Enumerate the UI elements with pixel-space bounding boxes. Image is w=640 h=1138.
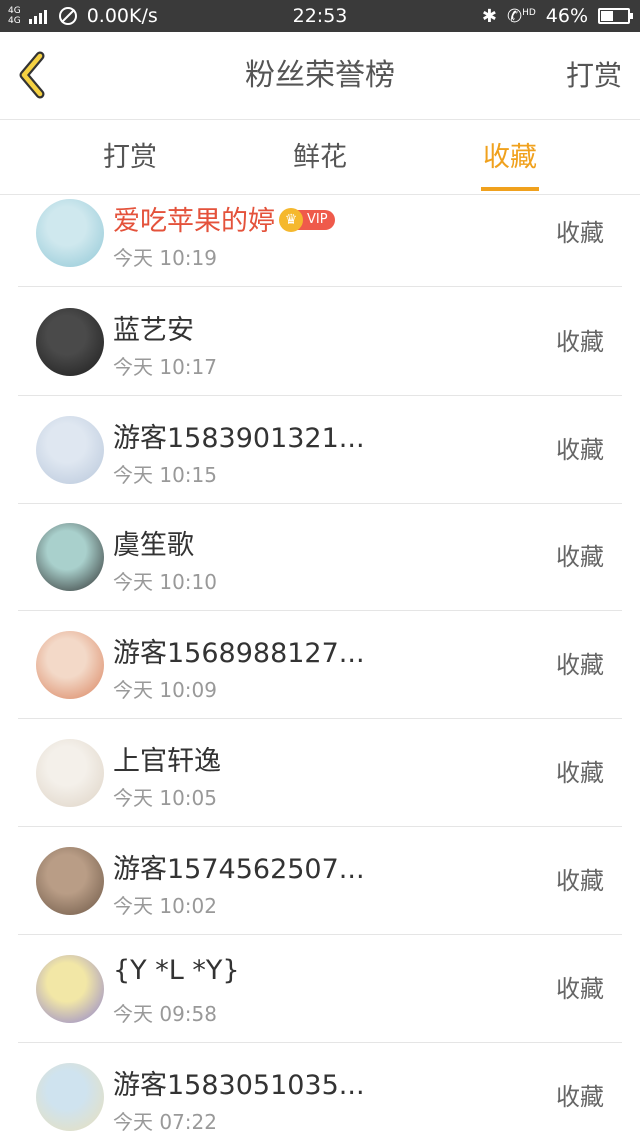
user-name-text: 游客1574562507... — [113, 854, 365, 885]
battery-percent: 46% — [545, 5, 588, 27]
user-name: 游客1568988127... — [113, 631, 365, 670]
avatar[interactable] — [36, 739, 104, 807]
list-item[interactable]: 游客1583051035... 今天 07:22 收藏 — [18, 1043, 622, 1138]
user-name: 虞笙歌 — [113, 523, 194, 562]
navigation-bar: 粉丝荣誉榜 打赏 — [0, 32, 640, 120]
crown-icon: ♛ — [279, 207, 303, 232]
user-name: {Y *L *Y} — [113, 955, 240, 986]
avatar[interactable] — [36, 416, 104, 484]
page-title: 粉丝荣誉榜 — [245, 58, 395, 93]
status-bar: 4G 4G 0.00K/s 22:53 ✱ ✆HD 46% — [0, 0, 640, 32]
user-name: 爱吃苹果的婷 ♛ VIP — [113, 199, 335, 238]
avatar[interactable] — [36, 1063, 104, 1131]
timestamp: 今天 10:19 — [113, 246, 217, 270]
list-item[interactable]: 虞笙歌今天 10:10 收藏 — [18, 503, 622, 611]
avatar[interactable] — [36, 847, 104, 915]
user-name-text: 游客1583051035... — [113, 1070, 365, 1101]
timestamp: 今天 10:05 — [113, 786, 217, 810]
tab-favorites-label: 收藏 — [483, 142, 537, 173]
user-name-text: 蓝艺安 — [113, 315, 194, 346]
favorite-status: 收藏 — [556, 436, 604, 464]
battery-icon — [598, 8, 633, 24]
list-item[interactable]: {Y *L *Y} 今天 09:58 收藏 — [18, 935, 622, 1043]
list-item[interactable]: 游客1568988127... 今天 10:09 收藏 — [18, 611, 622, 719]
user-name-text: 上官轩逸 — [113, 746, 221, 777]
user-name-text: 游客1583901321... — [113, 423, 365, 454]
timestamp: 今天 07:22 — [113, 1110, 217, 1134]
timestamp: 今天 10:09 — [113, 678, 217, 702]
favorite-status: 收藏 — [556, 219, 604, 247]
user-name-text: 游客1568988127... — [113, 638, 365, 669]
tab-reward-label: 打赏 — [103, 142, 157, 173]
user-name: 游客1583051035... — [113, 1063, 365, 1102]
timestamp: 今天 10:15 — [113, 463, 217, 487]
timestamp: 今天 10:17 — [113, 355, 217, 379]
hd-call-icon: ✆HD — [506, 5, 536, 27]
user-name-text: 爱吃苹果的婷 — [113, 206, 275, 237]
user-name-text: 虞笙歌 — [113, 530, 194, 561]
avatar[interactable] — [36, 308, 104, 376]
status-bar-right: ✱ ✆HD 46% — [481, 0, 633, 32]
tab-flowers-label: 鲜花 — [293, 142, 347, 173]
timestamp: 今天 09:58 — [113, 1002, 217, 1026]
avatar[interactable] — [36, 955, 104, 1023]
timestamp: 今天 10:02 — [113, 894, 217, 918]
vip-badge: ♛ VIP — [279, 207, 335, 232]
favorite-status: 收藏 — [556, 759, 604, 787]
timestamp: 今天 10:10 — [113, 570, 217, 594]
user-name: 游客1574562507... — [113, 847, 365, 886]
list-item[interactable]: 蓝艺安今天 10:17 收藏 — [18, 288, 622, 396]
battery-level — [601, 11, 613, 21]
list-item[interactable]: 上官轩逸今天 10:05 收藏 — [18, 719, 622, 827]
avatar[interactable] — [36, 631, 104, 699]
favorite-status: 收藏 — [556, 328, 604, 356]
favorite-status: 收藏 — [556, 543, 604, 571]
user-name: 蓝艺安 — [113, 308, 194, 347]
bluetooth-icon: ✱ — [481, 5, 497, 27]
user-name: 上官轩逸 — [113, 739, 221, 778]
reward-button[interactable]: 打赏 — [566, 32, 622, 120]
user-name-text: {Y *L *Y} — [113, 955, 240, 986]
favorite-status: 收藏 — [556, 1083, 604, 1111]
list-item[interactable]: 游客1574562507... 今天 10:02 收藏 — [18, 827, 622, 935]
list-item[interactable]: 爱吃苹果的婷 ♛ VIP 今天 10:19 收藏 — [18, 179, 622, 287]
favorite-status: 收藏 — [556, 975, 604, 1003]
avatar[interactable] — [36, 199, 104, 267]
list-item[interactable]: 游客1583901321... 今天 10:15 收藏 — [18, 396, 622, 504]
favorite-status: 收藏 — [556, 867, 604, 895]
user-name: 游客1583901321... — [113, 416, 365, 455]
avatar[interactable] — [36, 523, 104, 591]
favorite-status: 收藏 — [556, 651, 604, 679]
